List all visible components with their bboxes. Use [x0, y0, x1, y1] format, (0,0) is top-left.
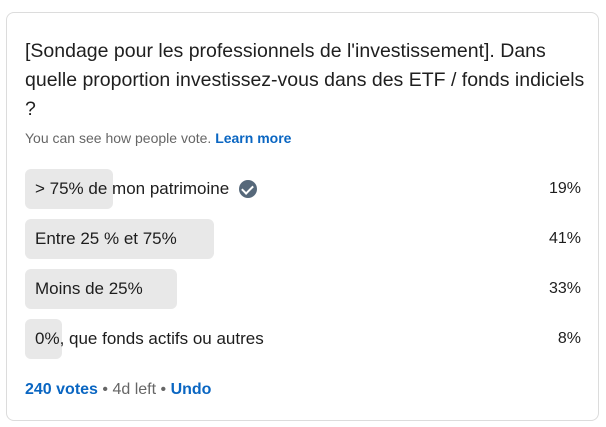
option-label: Entre 25 % et 75%: [35, 229, 177, 248]
poll-option[interactable]: Entre 25 % et 75% 41%: [25, 219, 581, 261]
learn-more-link[interactable]: Learn more: [215, 130, 291, 146]
check-circle-icon: [239, 180, 258, 198]
option-label: > 75% de mon patrimoine: [35, 179, 230, 198]
option-percent: 33%: [548, 280, 581, 297]
time-left: 4d left: [112, 381, 157, 398]
votes-count-link[interactable]: 240 votes: [25, 381, 98, 398]
option-percent: 41%: [548, 230, 581, 247]
separator: •: [160, 381, 167, 398]
poll-option[interactable]: 0%, que fonds actifs ou autres 8%: [25, 319, 581, 361]
separator: •: [102, 381, 108, 398]
poll-option[interactable]: Moins de 25% 33%: [25, 269, 581, 311]
poll-question: [Sondage pour les professionnels de l'in…: [25, 40, 585, 120]
poll-card: [Sondage pour les professionnels de l'in…: [6, 12, 599, 421]
undo-button[interactable]: Undo: [171, 381, 212, 398]
poll-options: > 75% de mon patrimoine 19% Entre 25 % e…: [25, 169, 581, 369]
option-label: Moins de 25%: [35, 279, 143, 298]
option-percent: 19%: [548, 180, 581, 197]
option-percent: 8%: [557, 330, 581, 347]
poll-footer: 240 votes • 4d left • Undo: [25, 381, 211, 399]
option-label: 0%, que fonds actifs ou autres: [35, 329, 264, 348]
vote-visibility-note: You can see how people vote. Learn more: [25, 130, 291, 146]
vote-visibility-text: You can see how people vote.: [25, 130, 212, 146]
poll-option[interactable]: > 75% de mon patrimoine 19%: [25, 169, 581, 211]
